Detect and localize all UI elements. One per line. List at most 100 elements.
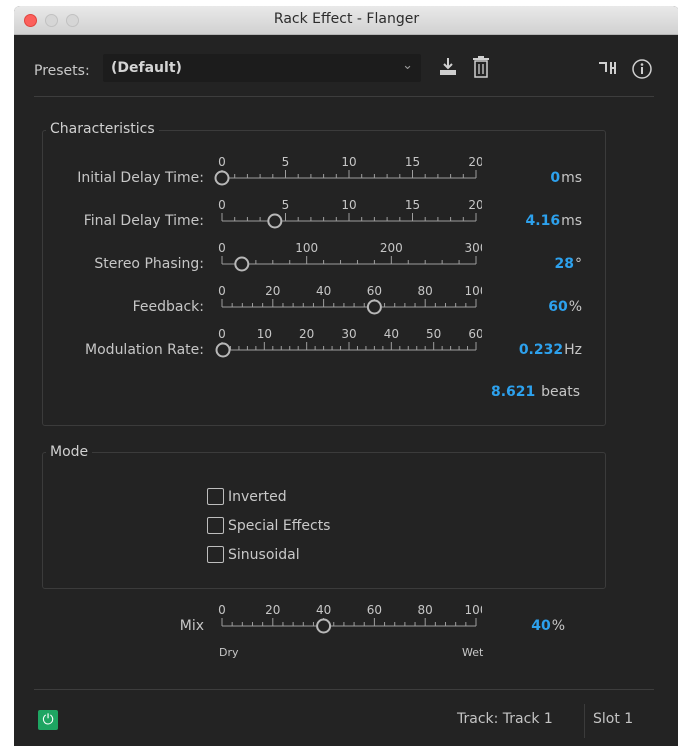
characteristics-title: Characteristics [46, 121, 159, 137]
tick-label: 100 [465, 285, 482, 298]
value-unit: ° [575, 256, 582, 272]
tick-label: 300 [465, 242, 482, 255]
final-delay-time-slider[interactable]: 0 5 10 15 20 [212, 199, 482, 231]
presets-label: Presets: [34, 63, 90, 79]
feedback-slider[interactable]: 0 20 40 60 80 100 [212, 285, 482, 317]
mode-title: Mode [46, 444, 93, 460]
sinusoidal-checkbox-box[interactable] [207, 546, 224, 563]
presets-value: (Default) [111, 60, 182, 76]
modulation-rate-label: Modulation Rate: [85, 342, 204, 358]
value-number: 0 [550, 170, 561, 186]
info-icon[interactable] [631, 58, 653, 84]
status-divider [584, 704, 585, 738]
tick-label: 30 [341, 328, 356, 341]
mix-label: Mix [179, 618, 204, 634]
tick-label: 60 [367, 604, 382, 617]
tick-label: 40 [316, 285, 331, 298]
value-unit: Hz [564, 342, 582, 358]
modulation-rate-value[interactable]: 0.232Hz [519, 342, 582, 358]
value-unit: % [568, 299, 582, 315]
tick-label: 40 [316, 604, 331, 617]
value-number: 4.16 [525, 213, 561, 229]
final-delay-time-value[interactable]: 4.16ms [526, 213, 582, 229]
header-divider [34, 96, 654, 97]
tick-label: 0 [218, 604, 226, 617]
special-effects-checkbox[interactable]: Special Effects [207, 515, 330, 534]
tick-label: 20 [265, 604, 280, 617]
tick-label: 60 [468, 328, 482, 341]
value-number: 0.232 [518, 342, 564, 358]
tick-label: 60 [367, 285, 382, 298]
dry-label: Dry [219, 646, 239, 659]
mix-slider[interactable]: 0 20 40 60 80 100 [212, 604, 482, 636]
trash-icon[interactable] [471, 55, 491, 83]
tick-label: 40 [384, 328, 399, 341]
window-title: Rack Effect - Flanger [273, 11, 420, 27]
value-unit: ms [561, 170, 582, 186]
tick-label: 0 [218, 242, 226, 255]
final-delay-time-label: Final Delay Time: [83, 213, 204, 229]
value-unit: % [551, 618, 565, 634]
tick-label: 5 [282, 156, 290, 169]
slider-thumb[interactable] [366, 299, 382, 315]
footer-divider [34, 689, 654, 690]
beats-readout[interactable]: 8.621 beats [491, 384, 580, 400]
tick-label: 15 [405, 156, 420, 169]
value-unit: ms [561, 213, 582, 229]
special-effects-checkbox-box[interactable] [207, 517, 224, 534]
tick-label: 20 [468, 199, 482, 212]
slider-thumb[interactable] [215, 342, 231, 358]
feedback-value[interactable]: 60% [548, 299, 582, 315]
tick-label: 20 [265, 285, 280, 298]
initial-delay-time-slider[interactable]: 0 5 10 15 20 [212, 156, 482, 188]
inverted-checkbox-box[interactable] [207, 488, 224, 505]
mix-value[interactable]: 40% [531, 618, 565, 634]
sinusoidal-checkbox[interactable]: Sinusoidal [207, 544, 300, 563]
tick-label: 20 [299, 328, 314, 341]
initial-delay-time-value[interactable]: 0ms [550, 170, 582, 186]
stereo-phasing-label: Stereo Phasing: [94, 256, 204, 272]
tick-label: 0 [218, 156, 226, 169]
feedback-label: Feedback: [132, 299, 204, 315]
wet-label: Wet [462, 646, 484, 659]
title-bar: Rack Effect - Flanger [14, 6, 678, 35]
routing-icon[interactable] [598, 60, 620, 82]
presets-dropdown[interactable]: (Default) ⌄ [103, 54, 421, 82]
flanger-window: Rack Effect - Flanger Presets: (Default)… [14, 6, 678, 746]
tick-label: 10 [341, 199, 356, 212]
value-number: 40 [531, 618, 551, 634]
sinusoidal-label: Sinusoidal [228, 546, 300, 563]
modulation-rate-slider[interactable]: 0 10 20 30 40 50 60 [212, 328, 482, 360]
tick-label: 20 [468, 156, 482, 169]
slider-thumb[interactable] [214, 170, 230, 186]
tick-label: 80 [418, 285, 433, 298]
slot-label: Slot 1 [593, 711, 634, 727]
tick-label: 50 [426, 328, 441, 341]
value-number: 60 [548, 299, 568, 315]
special-effects-label: Special Effects [228, 517, 331, 534]
tick-label: 200 [380, 242, 403, 255]
chevron-down-icon: ⌄ [402, 58, 413, 73]
tick-label: 0 [218, 199, 226, 212]
stereo-phasing-slider[interactable]: 0 100 200 300 [212, 242, 482, 274]
slider-thumb[interactable] [316, 618, 332, 634]
inverted-checkbox[interactable]: Inverted [207, 486, 287, 505]
tick-label: 100 [465, 604, 482, 617]
tick-label: 10 [341, 156, 356, 169]
tick-label: 5 [282, 199, 290, 212]
download-icon[interactable] [437, 56, 459, 82]
stereo-phasing-value[interactable]: 28° [555, 256, 582, 272]
track-label: Track: Track 1 [457, 711, 553, 727]
slider-thumb[interactable] [234, 256, 250, 272]
tick-label: 15 [405, 199, 420, 212]
power-icon[interactable]: ⏻ [38, 710, 58, 730]
slider-thumb[interactable] [267, 213, 283, 229]
tick-label: 0 [218, 285, 226, 298]
tick-label: 0 [218, 328, 226, 341]
tick-label: 100 [295, 242, 318, 255]
initial-delay-time-label: Initial Delay Time: [77, 170, 204, 186]
value-number: 28 [554, 256, 574, 272]
tick-label: 10 [257, 328, 272, 341]
tick-label: 80 [418, 604, 433, 617]
inverted-label: Inverted [228, 488, 287, 505]
